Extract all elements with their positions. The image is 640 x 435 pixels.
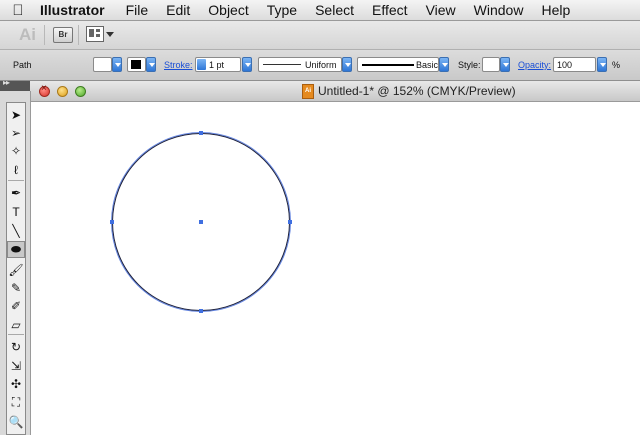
menu-effect[interactable]: Effect <box>363 0 417 20</box>
stroke-weight-stepper[interactable] <box>197 59 206 70</box>
opacity-dropdown-button[interactable] <box>597 57 607 72</box>
graphic-style-dropdown-button[interactable] <box>500 57 510 72</box>
selection-type-label: Path <box>13 60 32 70</box>
menu-view[interactable]: View <box>417 0 465 20</box>
lasso-tool[interactable]: ℓ <box>7 161 25 178</box>
selection-tool[interactable]: ➤ <box>7 106 25 123</box>
collapse-arrows-icon: ▸▸ <box>3 78 10 87</box>
pencil-tool[interactable]: ✎ <box>7 279 25 296</box>
tool-group-divider <box>8 334 24 335</box>
stroke-swatch[interactable] <box>127 57 146 72</box>
center-point <box>199 220 203 224</box>
app-menu[interactable]: Illustrator <box>36 0 117 20</box>
stroke-weight-dropdown-button[interactable] <box>242 57 252 72</box>
menu-type[interactable]: Type <box>258 0 306 20</box>
fill-swatch[interactable] <box>93 57 112 72</box>
uniform-profile-line <box>263 64 301 65</box>
ellipse-tool[interactable]: ⬬ <box>7 241 25 258</box>
divider <box>44 25 45 45</box>
minimize-window-button[interactable] <box>57 86 68 97</box>
anchor-point-left[interactable] <box>110 220 114 224</box>
brush-definition-field[interactable]: Basic <box>357 57 439 72</box>
opacity-input[interactable]: 100 <box>553 57 596 72</box>
anchor-point-top[interactable] <box>199 131 203 135</box>
brush-dropdown-button[interactable] <box>439 57 449 72</box>
menu-file[interactable]: File <box>117 0 158 20</box>
illustrator-logo: Ai <box>19 25 36 44</box>
apple-menu-icon[interactable]:  <box>0 2 36 19</box>
chevron-down-icon[interactable] <box>106 32 114 37</box>
anchor-point-right[interactable] <box>288 220 292 224</box>
menu-window[interactable]: Window <box>465 0 533 20</box>
rotate-tool[interactable]: ↻ <box>7 338 25 355</box>
type-tool[interactable]: T <box>7 203 25 220</box>
menu-select[interactable]: Select <box>306 0 363 20</box>
magic-wand-tool[interactable]: ✧ <box>7 142 25 159</box>
menu-object[interactable]: Object <box>199 0 257 20</box>
brush-stroke-line <box>362 64 414 66</box>
menu-help[interactable]: Help <box>532 0 579 20</box>
stroke-weight-field[interactable]: 1 pt <box>195 57 241 72</box>
stroke-panel-link[interactable]: Stroke: <box>164 60 193 70</box>
document-icon: Ai <box>302 84 314 99</box>
tool-group-divider <box>8 180 24 181</box>
free-transform-tool[interactable]: ⛶ <box>7 394 25 411</box>
variable-width-profile-field[interactable]: Uniform <box>258 57 342 72</box>
divider <box>78 25 79 45</box>
fill-dropdown-button[interactable] <box>112 57 122 72</box>
application-bar: Ai Br <box>0 21 640 50</box>
document-title: Untitled-1* @ 152% (CMYK/Preview) <box>318 84 516 98</box>
menu-edit[interactable]: Edit <box>157 0 199 20</box>
opacity-unit: % <box>612 60 621 70</box>
style-label: Style: <box>458 60 481 70</box>
profile-label: Uniform <box>305 60 337 70</box>
brush-label: Basic <box>416 60 439 70</box>
profile-dropdown-button[interactable] <box>342 57 352 72</box>
pen-tool[interactable]: ✒ <box>7 184 25 201</box>
arrange-documents-icon[interactable] <box>86 26 104 42</box>
stroke-color-dropdown-button[interactable] <box>146 57 156 72</box>
puppet-warp-tool[interactable]: ✣ <box>7 375 25 392</box>
eraser-tool[interactable]: ▱ <box>7 316 25 333</box>
bridge-button[interactable]: Br <box>53 27 73 43</box>
paintbrush-tool[interactable]: 🖌 <box>7 261 25 278</box>
scale-tool[interactable]: ⇲ <box>7 357 25 374</box>
toolbox-collapse-strip[interactable]: ▸▸ <box>0 78 30 91</box>
graphic-style-swatch[interactable] <box>482 57 500 72</box>
stroke-color-icon <box>131 60 141 69</box>
close-window-button[interactable] <box>39 83 50 97</box>
zoom-window-button[interactable] <box>75 86 86 97</box>
opacity-panel-link[interactable]: Opacity: <box>518 60 551 70</box>
stroke-weight-value: 1 pt <box>209 60 225 70</box>
blob-brush-tool[interactable]: ✐ <box>7 297 25 314</box>
menu-bar:  Illustrator File Edit Object Type Sele… <box>0 0 640 21</box>
anchor-point-bottom[interactable] <box>199 309 203 313</box>
opacity-value: 100 <box>557 60 573 70</box>
artboard-canvas[interactable] <box>31 102 640 435</box>
zoom-tool[interactable]: 🔍 <box>7 413 25 430</box>
direct-selection-tool[interactable]: ➢ <box>7 124 25 141</box>
line-segment-tool[interactable]: ╲ <box>7 222 25 239</box>
